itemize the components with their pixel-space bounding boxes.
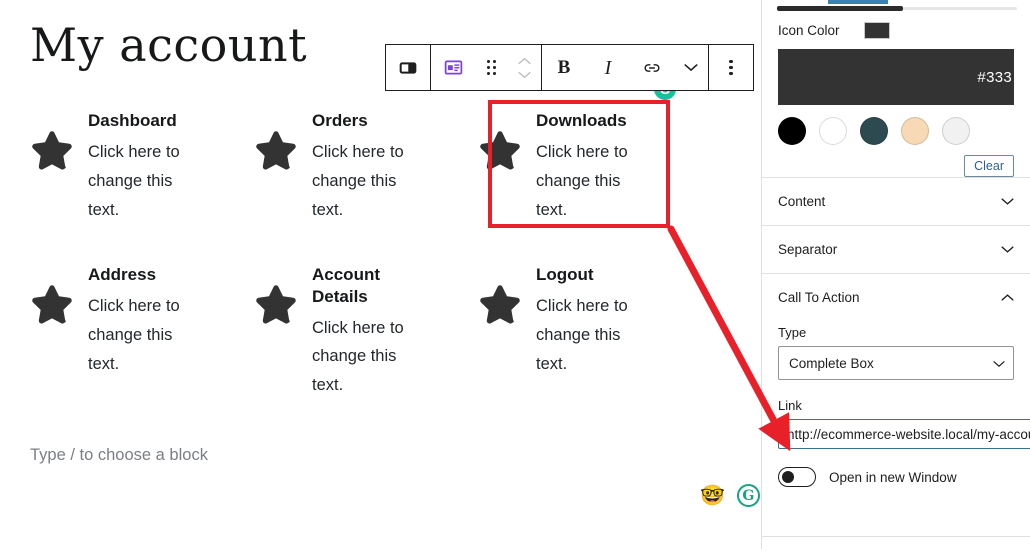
open-in-new-window-row: Open in new Window — [778, 467, 1014, 487]
star-icon — [476, 280, 524, 328]
bold-label: B — [557, 57, 571, 78]
open-in-new-window-toggle[interactable] — [778, 467, 816, 487]
account-card-body: Account Details Click here to change this… — [312, 260, 424, 400]
light-gray-swatch[interactable] — [942, 117, 970, 145]
account-card[interactable]: Logout Click here to change this text. — [476, 254, 700, 400]
account-card-body: Dashboard Click here to change this text. — [88, 106, 198, 224]
star-icon — [252, 280, 300, 328]
chevron-up-icon — [1001, 294, 1014, 301]
star-icon — [28, 280, 76, 328]
range-slider-empty-track[interactable] — [903, 7, 1017, 10]
canvas-status-icons: 🤓 G — [700, 484, 760, 507]
account-card-title: Account Details — [312, 265, 380, 306]
chevron-down-icon — [1001, 246, 1014, 253]
type-select-wrapper: Complete Box — [778, 346, 1014, 380]
account-card-title: Address — [88, 265, 157, 284]
call-to-action-panel-body: Type Complete Box Link Open in new Windo… — [762, 325, 1030, 503]
account-card[interactable]: Orders Click here to change this text. — [252, 100, 476, 254]
account-card-text[interactable]: Click here to change this text. — [536, 138, 646, 225]
more-formatting-chevron-down-icon[interactable] — [674, 45, 708, 90]
inspector-sidebar: Icon Color #333 Clear Content Separator … — [761, 0, 1030, 549]
active-tab-indicator — [828, 0, 888, 4]
account-card-text[interactable]: Click here to change this text. — [312, 138, 422, 225]
account-card[interactable]: Dashboard Click here to change this text. — [28, 100, 252, 254]
link-field-label: Link — [778, 398, 802, 413]
account-card[interactable]: Account Details Click here to change this… — [252, 254, 476, 400]
color-hex-value: #333 — [977, 68, 1012, 86]
block-options-icon[interactable] — [709, 45, 753, 90]
content-panel-header[interactable]: Content — [762, 177, 1030, 225]
italic-label: I — [604, 56, 612, 79]
block-toolbar[interactable]: B I — [385, 44, 754, 91]
nerd-face-emoji: 🤓 — [700, 484, 725, 507]
icon-color-label: Icon Color — [778, 23, 840, 38]
account-card-body: Downloads Click here to change this text. — [536, 106, 646, 224]
range-slider-filled-track[interactable] — [777, 6, 903, 11]
icon-color-current-swatch[interactable] — [863, 22, 890, 39]
color-palette-row — [762, 105, 1030, 145]
type-select[interactable]: Complete Box — [778, 346, 1014, 380]
toolbar-group-options — [708, 45, 753, 90]
toolbar-group-layout — [386, 45, 430, 90]
bold-button[interactable]: B — [542, 45, 586, 90]
toolbar-group-format: B I — [541, 45, 708, 90]
account-card-title: Dashboard — [88, 111, 177, 130]
chevron-down-icon — [1001, 198, 1014, 205]
star-icon — [476, 126, 524, 174]
italic-button[interactable]: I — [586, 45, 630, 90]
account-card-text[interactable]: Click here to change this text. — [88, 292, 198, 379]
account-card-title: Downloads — [536, 111, 627, 130]
link-icon[interactable] — [630, 45, 674, 90]
content-panel-title: Content — [778, 194, 826, 209]
account-card-body: Orders Click here to change this text. — [312, 106, 422, 224]
color-preview-field[interactable]: #333 — [778, 49, 1014, 105]
account-card-body: Logout Click here to change this text. — [536, 260, 646, 378]
open-in-new-window-label: Open in new Window — [829, 469, 957, 485]
toolbar-group-block — [430, 45, 541, 90]
star-icon — [28, 126, 76, 174]
account-card-text[interactable]: Click here to change this text. — [536, 292, 646, 379]
account-card-text[interactable]: Click here to change this text. — [312, 314, 422, 401]
account-card-body: Address Click here to change this text. — [88, 260, 198, 378]
peach-swatch[interactable] — [901, 117, 929, 145]
star-icon — [252, 126, 300, 174]
columns-layout-icon[interactable] — [386, 45, 430, 90]
black-swatch[interactable] — [778, 117, 806, 145]
account-card[interactable]: Downloads Click here to change this text. — [476, 100, 700, 254]
move-up-down-icon[interactable] — [507, 45, 541, 90]
clear-color-row: Clear — [762, 145, 1030, 177]
call-to-action-panel-title: Call To Action — [778, 290, 860, 305]
clear-color-button[interactable]: Clear — [964, 155, 1014, 177]
link-input[interactable] — [778, 419, 1030, 449]
account-card[interactable]: Address Click here to change this text. — [28, 254, 252, 400]
empty-block-placeholder[interactable]: Type / to choose a block — [30, 443, 208, 468]
white-swatch[interactable] — [819, 117, 847, 145]
account-card-title: Orders — [312, 111, 368, 130]
call-to-action-panel-header[interactable]: Call To Action — [762, 273, 1030, 321]
block-type-icon[interactable] — [431, 45, 475, 90]
separator-panel-header[interactable]: Separator — [762, 225, 1030, 273]
grammarly-logo[interactable]: G — [736, 484, 760, 507]
account-card-text[interactable]: Click here to change this text. — [88, 138, 198, 225]
sidebar-bottom-divider — [762, 536, 1030, 537]
dark-teal-swatch[interactable] — [860, 117, 888, 145]
separator-panel-title: Separator — [778, 242, 838, 257]
page-title: My account — [30, 18, 308, 72]
account-card-title: Logout — [536, 265, 594, 284]
account-cards-grid: Dashboard Click here to change this text.… — [28, 100, 728, 400]
drag-handle-icon[interactable] — [475, 45, 507, 90]
type-field-label: Type — [778, 325, 807, 340]
